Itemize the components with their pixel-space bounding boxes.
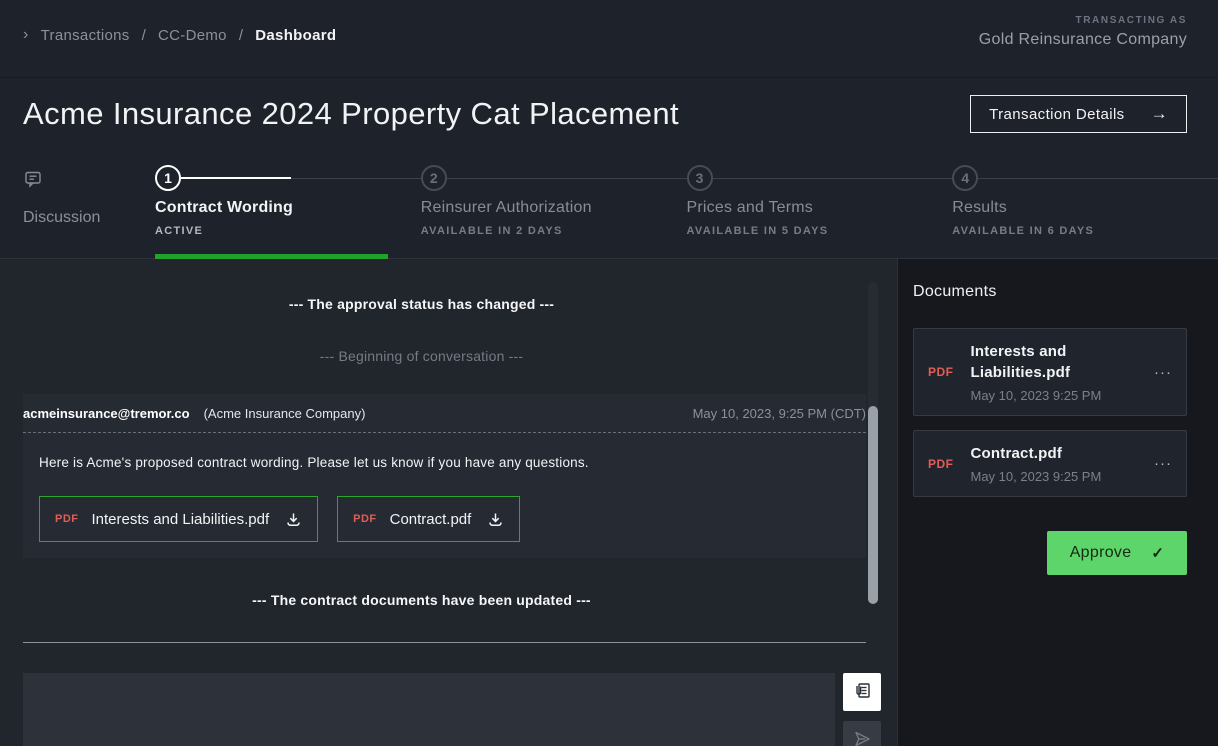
send-message-button[interactable] xyxy=(843,721,881,746)
page-title: Acme Insurance 2024 Property Cat Placeme… xyxy=(23,96,679,132)
chat-message: acmeinsurance@tremor.co (Acme Insurance … xyxy=(23,394,866,558)
chat-divider xyxy=(23,642,866,643)
send-icon xyxy=(852,729,872,746)
document-date: May 10, 2023 9:25 PM xyxy=(971,469,1102,484)
chat-message-header: acmeinsurance@tremor.co (Acme Insurance … xyxy=(23,406,866,433)
message-timestamp: May 10, 2023, 9:25 PM (CDT) xyxy=(693,406,866,421)
tab-results[interactable]: 4 Results AVAILABLE IN 6 DAYS xyxy=(952,159,1218,258)
breadcrumb-cc-demo[interactable]: CC-Demo xyxy=(158,27,227,44)
breadcrumb-dashboard[interactable]: Dashboard xyxy=(255,27,336,44)
documents-sidebar: Documents PDF Interests and Liabilities.… xyxy=(897,259,1218,746)
message-sender-org: (Acme Insurance Company) xyxy=(204,406,366,421)
download-icon[interactable] xyxy=(285,511,302,528)
step-1-circle: 1 xyxy=(155,165,181,191)
approve-label: Approve xyxy=(1070,544,1132,562)
arrow-right-icon: → xyxy=(1151,104,1168,124)
document-date: May 10, 2023 9:25 PM xyxy=(971,388,1138,403)
step-3-circle: 3 xyxy=(687,165,713,191)
step-1-status: ACTIVE xyxy=(155,225,421,237)
tab-discussion-label: Discussion xyxy=(23,209,155,227)
download-icon[interactable] xyxy=(487,511,504,528)
tab-prices-and-terms[interactable]: 3 Prices and Terms AVAILABLE IN 5 DAYS xyxy=(687,159,953,258)
step-3-status: AVAILABLE IN 5 DAYS xyxy=(687,225,953,237)
system-message-documents-updated: --- The contract documents have been upd… xyxy=(0,592,843,608)
step-4-title: Results xyxy=(952,199,1218,217)
step-1-connector xyxy=(181,178,421,179)
transacting-as-block: TRANSACTING AS Gold Reinsurance Company xyxy=(979,15,1187,49)
transaction-details-label: Transaction Details xyxy=(989,106,1124,123)
transacting-as-company: Gold Reinsurance Company xyxy=(979,31,1187,49)
step-2-circle: 2 xyxy=(421,165,447,191)
breadcrumb: › Transactions / CC-Demo / Dashboard xyxy=(23,26,336,44)
message-attachments: PDF Interests and Liabilities.pdf PDF xyxy=(39,496,850,542)
document-card-interests-liabilities[interactable]: PDF Interests and Liabilities.pdf May 10… xyxy=(913,328,1187,416)
breadcrumb-separator: / xyxy=(142,27,146,44)
check-icon: ✓ xyxy=(1151,544,1164,562)
document-card-contract[interactable]: PDF Contract.pdf May 10, 2023 9:25 PM ··… xyxy=(913,430,1187,497)
main-content: --- The approval status has changed --- … xyxy=(0,259,1218,746)
attach-document-icon xyxy=(852,680,873,704)
step-2-status: AVAILABLE IN 2 DAYS xyxy=(421,225,687,237)
step-2-title: Reinsurer Authorization xyxy=(421,199,687,217)
app-root: › Transactions / CC-Demo / Dashboard TRA… xyxy=(0,0,1218,746)
message-sender-email: acmeinsurance@tremor.co xyxy=(23,406,190,421)
more-options-icon[interactable]: ··· xyxy=(1154,364,1172,381)
attachment-name: Interests and Liabilities.pdf xyxy=(92,511,270,528)
step-4-connector xyxy=(978,178,1218,179)
system-message-beginning: --- Beginning of conversation --- xyxy=(0,348,843,364)
message-input[interactable] xyxy=(23,673,835,746)
document-name: Contract.pdf xyxy=(971,443,1102,464)
transaction-details-button[interactable]: Transaction Details → xyxy=(970,95,1187,133)
document-name: Interests and Liabilities.pdf xyxy=(971,341,1138,383)
attach-document-button[interactable] xyxy=(843,673,881,711)
top-bar: › Transactions / CC-Demo / Dashboard TRA… xyxy=(0,0,1218,78)
title-row: Acme Insurance 2024 Property Cat Placeme… xyxy=(0,95,1218,133)
message-composer xyxy=(23,673,897,746)
attachment-name: Contract.pdf xyxy=(390,511,472,528)
message-body: Here is Acme's proposed contract wording… xyxy=(39,455,850,470)
transacting-as-label: TRANSACTING AS xyxy=(979,15,1187,26)
attachment-contract-pdf[interactable]: PDF Contract.pdf xyxy=(337,496,520,542)
workflow-stepper: Discussion 1 Contract Wording ACTIVE 2 R… xyxy=(0,159,1218,259)
tab-contract-wording[interactable]: 1 Contract Wording ACTIVE xyxy=(155,159,421,258)
step-3-connector xyxy=(713,178,953,179)
breadcrumb-transactions[interactable]: Transactions xyxy=(41,27,130,44)
discussion-chat-icon xyxy=(23,169,44,195)
more-options-icon[interactable]: ··· xyxy=(1154,455,1172,472)
step-4-circle: 4 xyxy=(952,165,978,191)
composer-buttons xyxy=(843,673,881,746)
pdf-icon: PDF xyxy=(928,365,954,379)
tab-discussion[interactable]: Discussion xyxy=(23,159,155,258)
attachment-interests-liabilities-pdf[interactable]: PDF Interests and Liabilities.pdf xyxy=(39,496,318,542)
step-2-connector xyxy=(447,178,687,179)
documents-title: Documents xyxy=(913,283,1187,301)
chat-panel: --- The approval status has changed --- … xyxy=(0,259,897,746)
tab-reinsurer-authorization[interactable]: 2 Reinsurer Authorization AVAILABLE IN 2… xyxy=(421,159,687,258)
step-1-title: Contract Wording xyxy=(155,199,421,217)
step-4-status: AVAILABLE IN 6 DAYS xyxy=(952,225,1218,237)
chevron-right-icon: › xyxy=(23,26,29,44)
chat-scrollbar-thumb[interactable] xyxy=(868,406,878,604)
approve-button[interactable]: Approve ✓ xyxy=(1047,531,1187,575)
step-3-title: Prices and Terms xyxy=(687,199,953,217)
breadcrumb-separator: / xyxy=(239,27,243,44)
pdf-icon: PDF xyxy=(928,457,954,471)
pdf-icon: PDF xyxy=(353,513,377,525)
chat-scrollbar[interactable] xyxy=(868,282,878,604)
system-message-approval-status: --- The approval status has changed --- xyxy=(0,296,843,312)
pdf-icon: PDF xyxy=(55,513,79,525)
